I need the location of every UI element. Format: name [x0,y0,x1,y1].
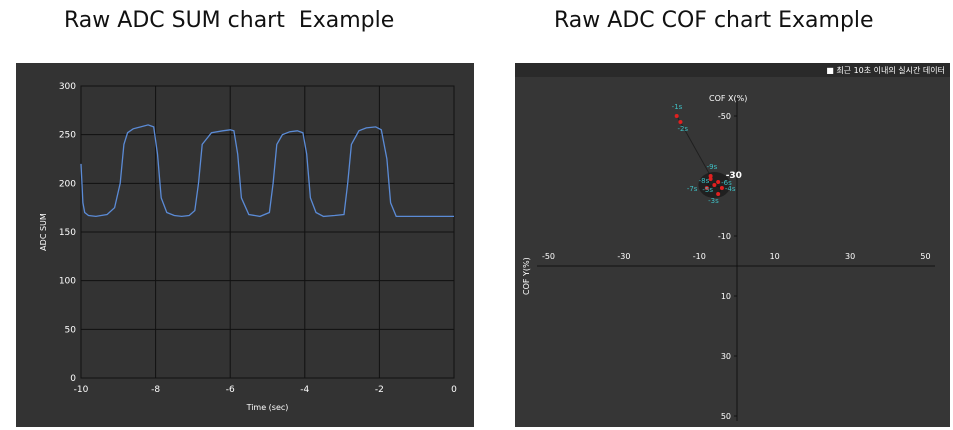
y-axis-label: ADC SUM [39,213,48,251]
y-tick-label: 150 [59,228,76,238]
sum-chart-heading: Raw ADC SUM chart Example [64,8,395,33]
cof-point-label: -1s [672,103,683,111]
x-tick-label: -50 [542,252,555,261]
y-tick-label: 0 [70,374,76,384]
cof-point [674,114,679,118]
x-axis-label: COF X(%) [709,94,747,103]
x-tick-label: -10 [693,252,706,261]
x-tick-label: -2 [375,385,384,395]
cof-point [719,186,724,190]
cof-point [716,192,721,196]
y-tick-label: 200 [59,179,76,189]
y-tick-label: 300 [59,82,76,92]
adc-sum-series-line [80,124,454,218]
legend-label: ■ 최근 10초 이내의 실시간 데이터 [826,65,945,75]
y-tick-label: 50 [65,325,77,335]
x-tick-label: 30 [845,252,855,261]
x-axis-label: Time (sec) [246,403,289,412]
y-tick-label: -30 [726,171,742,181]
y-tick-label: -50 [718,112,731,121]
cof-point [678,120,683,124]
y-tick-label: 100 [59,277,76,287]
y-tick-label: 30 [721,352,731,361]
x-tick-label: -6 [226,385,235,395]
x-tick-label: -10 [74,385,89,395]
adc-cof-chart: ■ 최근 10초 이내의 실시간 데이터 COF X(%) COF Y(%) -50 -… [515,63,950,421]
x-tick-label: -30 [617,252,630,261]
y-tick-label: 10 [721,292,731,301]
x-tick-label: -8 [151,385,160,395]
cof-point-label: -9s [707,163,718,171]
y-axis-label: COF Y(%) [522,257,531,295]
cof-point-label: -8s [699,177,710,185]
x-tick-label: -4 [300,385,309,395]
adc-cof-chart-panel: ■ 최근 10초 이내의 실시간 데이터 COF X(%) COF Y(%) -50 -… [515,63,950,427]
y-tick-label: -10 [718,232,731,241]
cof-point-label: -2s [677,125,688,133]
cof-point-label: -4s [725,185,736,193]
adc-sum-chart: -10 -8 -6 -4 -2 0 0 50 100 150 200 250 300 Time (sec)… [39,82,457,412]
x-tick-label: 50 [920,252,930,261]
y-tick-label: 50 [721,412,731,421]
x-tick-label: 0 [451,385,457,395]
x-tick-label: 10 [770,252,780,261]
cof-point [716,180,721,184]
cof-point-label: -3s [708,197,719,205]
adc-sum-chart-panel: -10 -8 -6 -4 -2 0 0 50 100 150 200 250 300 Time (sec)… [16,63,474,427]
y-tick-label: 250 [59,131,76,141]
cof-point-label: -7s [687,185,698,193]
cof-chart-heading: Raw ADC COF chart Example [554,8,874,33]
cof-point-label: -5s [702,186,713,194]
